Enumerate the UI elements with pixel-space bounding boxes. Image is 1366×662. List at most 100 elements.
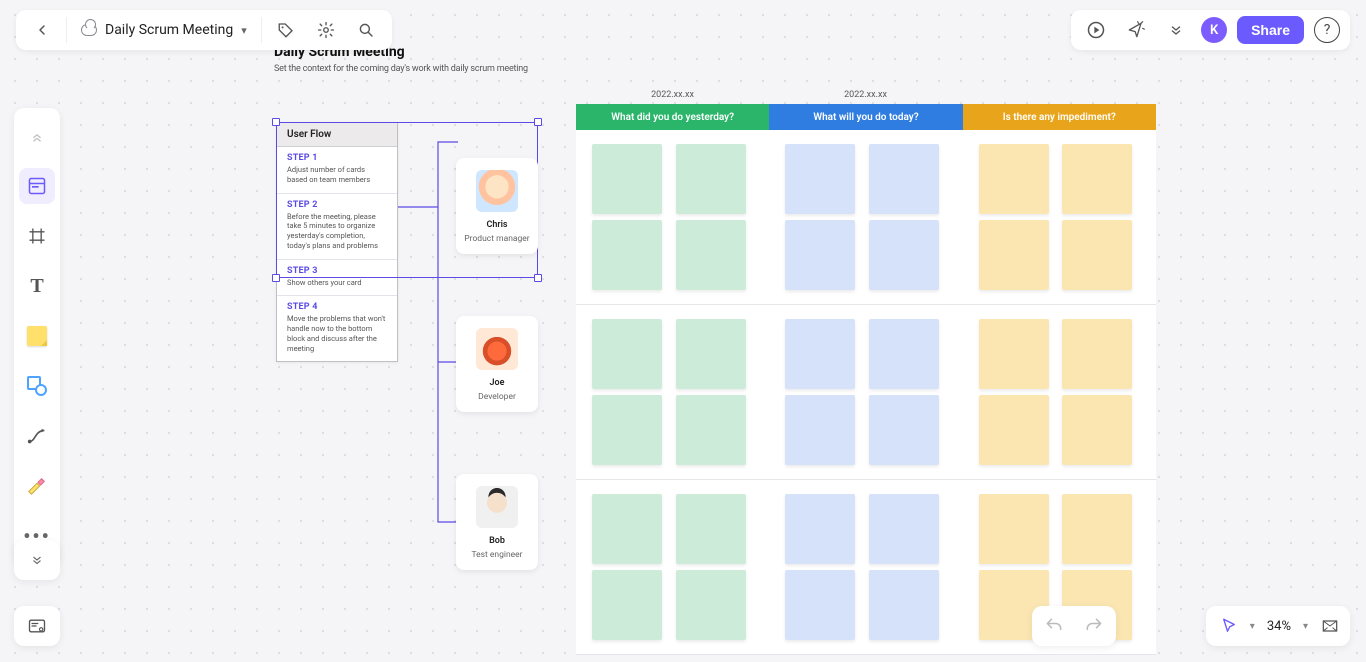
sticky-note[interactable] bbox=[979, 144, 1049, 214]
connector-tool[interactable] bbox=[19, 418, 55, 454]
table-cell[interactable] bbox=[769, 130, 962, 304]
sticky-note[interactable] bbox=[676, 144, 746, 214]
table-cell[interactable] bbox=[576, 130, 769, 304]
pen-tool[interactable] bbox=[19, 468, 55, 504]
selection-handle[interactable] bbox=[534, 118, 542, 126]
sticky-note[interactable] bbox=[1062, 220, 1132, 290]
undo-button[interactable] bbox=[1040, 612, 1068, 640]
step-desc: Before the meeting, please take 5 minute… bbox=[287, 212, 387, 251]
sticky-note[interactable] bbox=[1062, 494, 1132, 564]
undo-redo-bar bbox=[1032, 606, 1116, 646]
sticky-note[interactable] bbox=[592, 220, 662, 290]
cursor-tool-button[interactable] bbox=[1220, 617, 1238, 635]
present-button[interactable] bbox=[1081, 15, 1111, 45]
settings-button[interactable] bbox=[306, 10, 346, 50]
user-flow-card[interactable]: User Flow STEP 1 Adjust number of cards … bbox=[276, 122, 398, 362]
sticky-note[interactable] bbox=[979, 395, 1049, 465]
user-flow-step-4[interactable]: STEP 4 Move the problems that won't hand… bbox=[277, 296, 397, 361]
chevron-double-down-icon bbox=[1168, 22, 1184, 38]
sticky-note[interactable] bbox=[869, 144, 939, 214]
step-desc: Move the problems that won't handle now … bbox=[287, 314, 387, 353]
sticky-note[interactable] bbox=[869, 319, 939, 389]
redo-icon bbox=[1084, 616, 1104, 636]
templates-panel-button[interactable] bbox=[14, 606, 60, 646]
scrum-table[interactable]: 2022.xx.xx 2022.xx.xx What did you do ye… bbox=[576, 90, 1156, 655]
frame-tool[interactable] bbox=[19, 218, 55, 254]
sticky-note[interactable] bbox=[676, 220, 746, 290]
sticky-note[interactable] bbox=[676, 494, 746, 564]
person-role: Developer bbox=[462, 392, 532, 402]
person-card-bob[interactable]: Bob Test engineer bbox=[456, 474, 538, 570]
text-tool[interactable]: T bbox=[19, 268, 55, 304]
table-cell[interactable] bbox=[963, 305, 1156, 479]
sticky-note[interactable] bbox=[1062, 144, 1132, 214]
sticky-note[interactable] bbox=[676, 319, 746, 389]
sticky-note[interactable] bbox=[592, 494, 662, 564]
sticky-note[interactable] bbox=[869, 494, 939, 564]
sticky-note[interactable] bbox=[979, 319, 1049, 389]
template-tool[interactable] bbox=[19, 168, 55, 204]
fit-view-button[interactable] bbox=[1320, 616, 1340, 636]
person-role: Product manager bbox=[462, 234, 532, 244]
person-card-chris[interactable]: Chris Product manager bbox=[456, 158, 538, 254]
share-button[interactable]: Share bbox=[1237, 16, 1304, 44]
column-header-today: What will you do today? bbox=[769, 104, 962, 130]
shape-tool[interactable] bbox=[19, 368, 55, 404]
user-flow-step-2[interactable]: STEP 2 Before the meeting, please take 5… bbox=[277, 194, 397, 260]
table-cell[interactable] bbox=[963, 130, 1156, 304]
sticky-note-icon bbox=[27, 326, 47, 346]
tag-button[interactable] bbox=[266, 10, 306, 50]
user-flow-step-1[interactable]: STEP 1 Adjust number of cards based on t… bbox=[277, 147, 397, 194]
date-label: 2022.xx.xx bbox=[769, 90, 962, 104]
sticky-note[interactable] bbox=[869, 570, 939, 640]
selection-handle[interactable] bbox=[534, 274, 542, 282]
sticky-note[interactable] bbox=[979, 220, 1049, 290]
sticky-note[interactable] bbox=[979, 494, 1049, 564]
undo-icon bbox=[1044, 616, 1064, 636]
help-button[interactable]: ? bbox=[1314, 17, 1340, 43]
back-button[interactable] bbox=[22, 10, 62, 50]
sticky-note[interactable] bbox=[592, 319, 662, 389]
search-button[interactable] bbox=[346, 10, 386, 50]
whiteboard-canvas[interactable]: Daily Scrum Meeting Set the context for … bbox=[0, 0, 1366, 658]
document-title-dropdown[interactable]: Daily Scrum Meeting ▾ bbox=[71, 10, 257, 50]
sticky-note[interactable] bbox=[785, 144, 855, 214]
redo-button[interactable] bbox=[1080, 612, 1108, 640]
cursor-icon bbox=[1220, 617, 1238, 635]
sticky-note[interactable] bbox=[676, 570, 746, 640]
layout-icon bbox=[27, 176, 47, 196]
document-title: Daily Scrum Meeting bbox=[105, 22, 233, 38]
cursor-dropdown[interactable]: ▾ bbox=[1250, 621, 1255, 632]
more-menu-button[interactable] bbox=[1161, 15, 1191, 45]
step-label: STEP 3 bbox=[287, 266, 387, 276]
sticky-note[interactable] bbox=[592, 570, 662, 640]
user-flow-step-3[interactable]: STEP 3 Show others your card bbox=[277, 260, 397, 297]
user-avatar[interactable]: K bbox=[1201, 17, 1227, 43]
celebrate-button[interactable] bbox=[1121, 15, 1151, 45]
sticky-note[interactable] bbox=[785, 494, 855, 564]
zoom-value[interactable]: 34% bbox=[1267, 619, 1291, 634]
sticky-note-tool[interactable] bbox=[19, 318, 55, 354]
expand-toolbar-button[interactable] bbox=[14, 540, 60, 580]
sticky-note[interactable] bbox=[592, 395, 662, 465]
sticky-note[interactable] bbox=[592, 144, 662, 214]
sticky-note[interactable] bbox=[785, 319, 855, 389]
person-card-joe[interactable]: Joe Developer bbox=[456, 316, 538, 412]
tag-icon bbox=[277, 21, 295, 39]
sticky-note[interactable] bbox=[785, 220, 855, 290]
sticky-note[interactable] bbox=[1062, 395, 1132, 465]
table-cell[interactable] bbox=[576, 480, 769, 654]
sticky-note[interactable] bbox=[785, 395, 855, 465]
zoom-dropdown[interactable]: ▾ bbox=[1303, 621, 1308, 632]
sticky-note[interactable] bbox=[676, 395, 746, 465]
question-icon: ? bbox=[1324, 22, 1331, 38]
sticky-note[interactable] bbox=[869, 220, 939, 290]
step-label: STEP 2 bbox=[287, 200, 387, 210]
table-cell[interactable] bbox=[769, 305, 962, 479]
sticky-note[interactable] bbox=[1062, 319, 1132, 389]
sticky-note[interactable] bbox=[785, 570, 855, 640]
sticky-note[interactable] bbox=[869, 395, 939, 465]
collapse-toolbar-button[interactable] bbox=[19, 118, 55, 154]
table-cell[interactable] bbox=[576, 305, 769, 479]
table-cell[interactable] bbox=[769, 480, 962, 654]
